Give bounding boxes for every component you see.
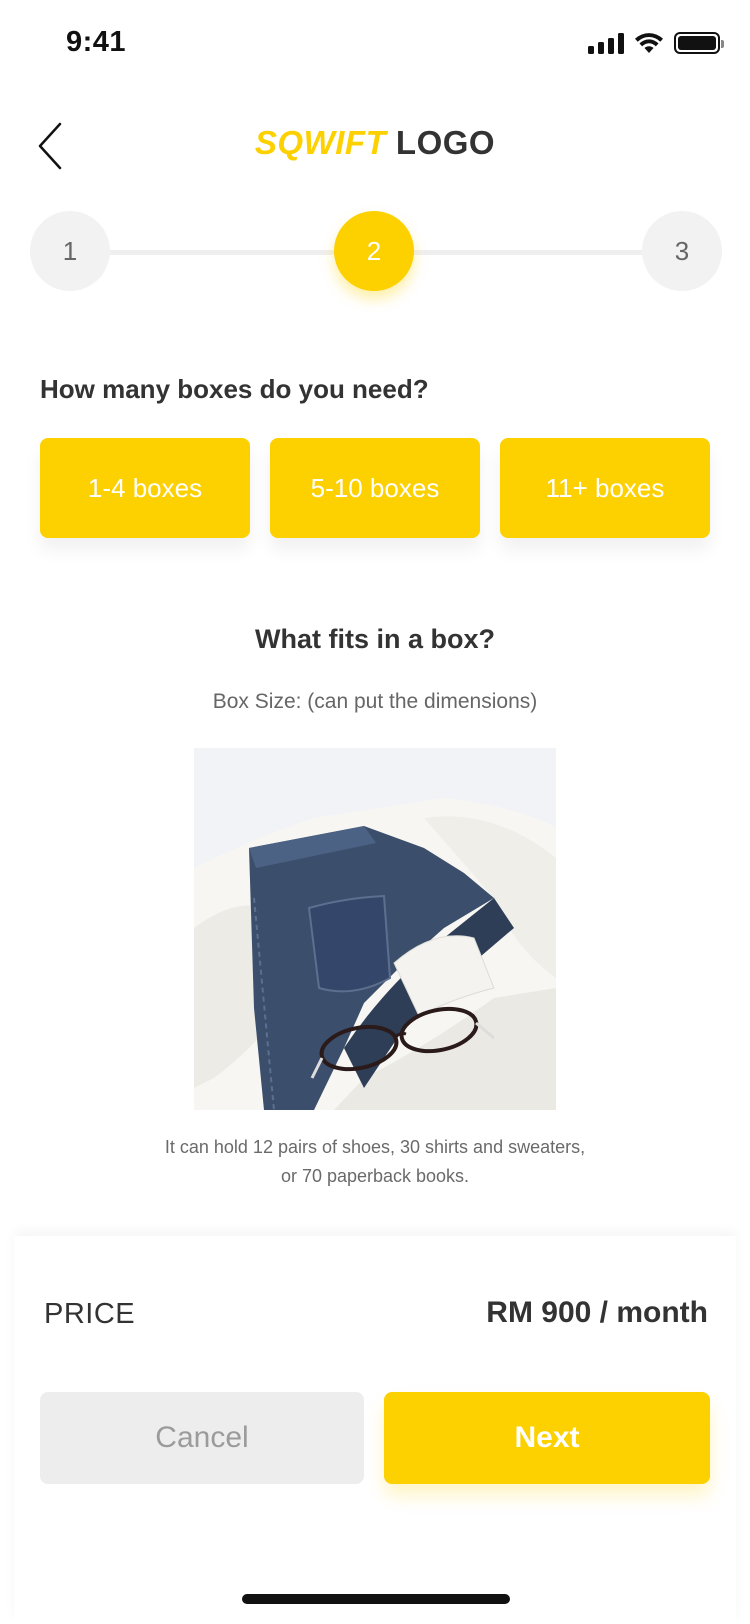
price-label: PRICE xyxy=(44,1298,136,1330)
logo-brand: SQWIFT xyxy=(254,124,387,161)
cancel-button[interactable]: Cancel xyxy=(40,1392,364,1484)
box-contents-photo xyxy=(194,748,556,1110)
option-11-plus-boxes[interactable]: 11+ boxes xyxy=(500,438,710,538)
price-value: RM 900 / month xyxy=(486,1296,708,1329)
step-3[interactable]: 3 xyxy=(642,211,722,291)
home-indicator xyxy=(242,1594,510,1604)
box-count-options: 1-4 boxes 5-10 boxes 11+ boxes xyxy=(40,438,710,538)
caption-line-1: It can hold 12 pairs of shoes, 30 shirts… xyxy=(164,1137,586,1157)
option-1-4-boxes[interactable]: 1-4 boxes xyxy=(40,438,250,538)
option-5-10-boxes[interactable]: 5-10 boxes xyxy=(270,438,480,538)
box-fit-title: What fits in a box? xyxy=(255,624,495,654)
box-size-text: Box Size: (can put the dimensions) xyxy=(212,690,538,713)
battery-icon xyxy=(674,32,724,54)
app-logo: SQWIFT LOGO xyxy=(0,124,750,162)
cellular-signal-icon xyxy=(588,32,624,54)
caption-line-2: or 70 paperback books. xyxy=(280,1166,470,1186)
status-icons xyxy=(588,32,724,54)
status-time: 9:41 xyxy=(66,26,127,58)
box-capacity-caption: It can hold 12 pairs of shoes, 30 shirts… xyxy=(0,1133,750,1191)
next-button[interactable]: Next xyxy=(384,1392,710,1484)
app-screen: 9:41 SQWIFT LOGO 1 2 3 How many boxes do… xyxy=(0,0,750,1624)
wifi-icon xyxy=(635,33,663,53)
logo-word: LOGO xyxy=(395,124,496,161)
boxes-question: How many boxes do you need? xyxy=(40,374,429,404)
step-1[interactable]: 1 xyxy=(30,211,110,291)
step-2-active[interactable]: 2 xyxy=(334,211,414,291)
